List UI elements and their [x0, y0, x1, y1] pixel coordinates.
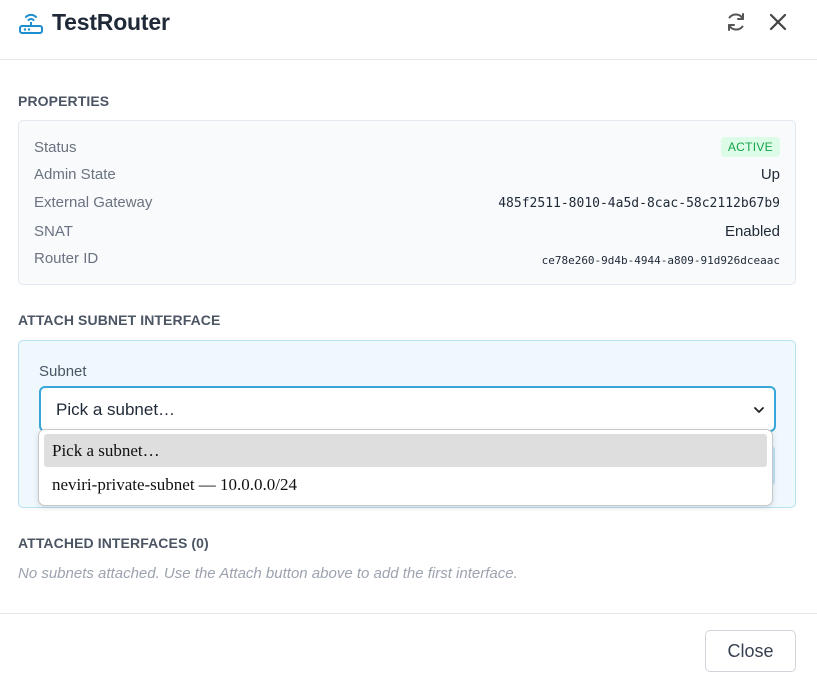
property-row-router-id: Router ID ce78e260-9d4b-4944-a809-91d926…: [34, 248, 780, 270]
property-row-admin-state: Admin State Up: [34, 164, 780, 186]
status-badge: ACTIVE: [720, 137, 780, 157]
subnet-dropdown-list: Pick a subnet… neviri-private-subnet — 1…: [38, 429, 773, 506]
property-row-snat: SNAT Enabled: [34, 221, 780, 243]
property-row-external-gateway: External Gateway 485f2511-8010-4a5d-8cac…: [34, 192, 780, 214]
property-label: Router ID: [34, 250, 99, 267]
properties-section-title: PROPERTIES: [18, 93, 110, 109]
property-value: 485f2511-8010-4a5d-8cac-58c2112b67b9: [498, 196, 780, 211]
property-value: Up: [760, 166, 780, 183]
close-icon[interactable]: [766, 10, 790, 34]
empty-state-text: No subnets attached. Use the Attach butt…: [18, 565, 518, 582]
dialog-footer: Close: [0, 613, 817, 680]
property-label: SNAT: [34, 223, 73, 240]
subnet-select[interactable]: Pick a subnet…: [39, 386, 776, 432]
router-icon: [19, 13, 43, 34]
subnet-label: Subnet: [39, 363, 87, 380]
property-label: External Gateway: [34, 194, 153, 211]
properties-panel: Status ACTIVE Admin State Up External Ga…: [18, 120, 796, 285]
subnet-option[interactable]: neviri-private-subnet — 10.0.0.0/24: [44, 468, 767, 501]
subnet-select-value: Pick a subnet…: [56, 400, 176, 419]
property-value: Enabled: [724, 223, 780, 240]
dialog-title: TestRouter: [52, 9, 170, 35]
chevron-down-icon: [754, 407, 764, 413]
subnet-option[interactable]: Pick a subnet…: [44, 434, 767, 467]
dialog-header: TestRouter: [0, 0, 817, 60]
close-button[interactable]: Close: [705, 630, 796, 672]
property-row-status: Status ACTIVE: [34, 137, 780, 159]
refresh-icon[interactable]: [724, 10, 748, 34]
attach-section-title: ATTACH SUBNET INTERFACE: [18, 312, 221, 328]
property-value: ce78e260-9d4b-4944-a809-91d926dceaac: [541, 254, 780, 267]
property-label: Admin State: [34, 166, 116, 183]
property-label: Status: [34, 139, 77, 156]
attached-section-title: ATTACHED INTERFACES (0): [18, 535, 209, 551]
